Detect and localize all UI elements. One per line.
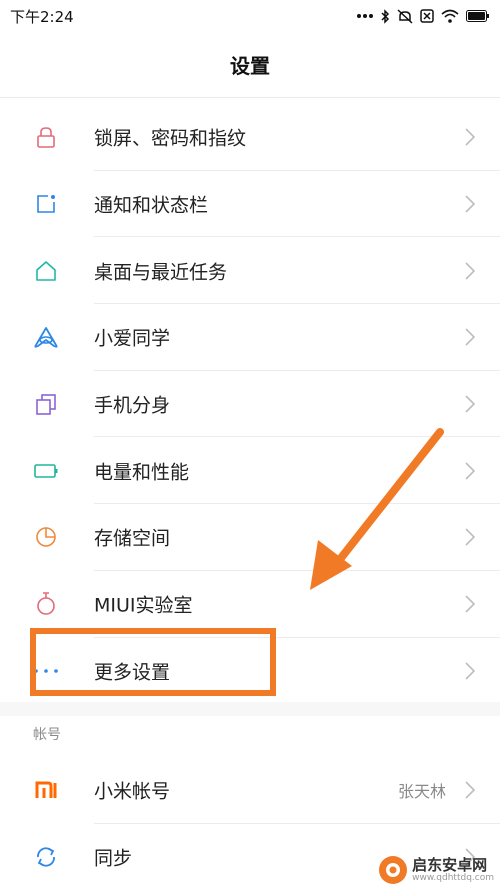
xiaoai-icon — [33, 324, 59, 350]
settings-item-label: 通知和状态栏 — [94, 194, 209, 217]
settings-item-miui-lab[interactable]: MIUI实验室 — [0, 571, 500, 638]
settings-item-storage[interactable]: 存储空间 — [0, 504, 500, 571]
settings-item-xiaoai[interactable]: 小爱同学 — [0, 304, 500, 371]
dots-icon — [357, 14, 373, 18]
chevron-right-icon — [465, 328, 476, 346]
settings-item-more-settings[interactable]: 更多设置 — [0, 638, 500, 705]
chevron-right-icon — [465, 781, 476, 799]
settings-item-label: MIUI实验室 — [94, 594, 193, 617]
wifi-icon — [441, 9, 459, 23]
settings-item-second-space[interactable]: 手机分身 — [0, 371, 500, 438]
lab-flask-icon — [33, 591, 59, 617]
section-gap — [0, 702, 500, 716]
watermark: 启东安卓网 www.qdhttdq.com — [378, 855, 494, 885]
settings-list: 锁屏、密码和指纹 通知和状态栏 桌面与最近任务 小爱同学 手机分身 电量和性能 … — [0, 104, 500, 704]
mute-icon — [397, 8, 413, 24]
settings-item-lock-screen[interactable]: 锁屏、密码和指纹 — [0, 104, 500, 171]
battery-icon — [466, 10, 489, 22]
settings-item-notifications[interactable]: 通知和状态栏 — [0, 171, 500, 238]
chevron-right-icon — [465, 128, 476, 146]
header: 设置 — [0, 32, 500, 98]
settings-item-mi-account[interactable]: 小米帐号 张天林 — [0, 757, 500, 824]
status-icons — [357, 8, 490, 24]
lock-icon — [33, 124, 59, 150]
more-dots-icon — [33, 658, 59, 684]
page-title: 设置 — [230, 54, 270, 78]
chevron-right-icon — [465, 195, 476, 213]
chevron-right-icon — [465, 528, 476, 547]
settings-item-label: 小爱同学 — [94, 327, 171, 350]
settings-item-label: 更多设置 — [94, 661, 171, 684]
sync-icon — [33, 844, 59, 870]
watermark-text: 启东安卓网 — [412, 856, 488, 874]
status-bar: 下午2:24 — [0, 0, 500, 32]
watermark-url: www.qdhttdq.com — [412, 873, 494, 883]
mi-logo-icon — [33, 777, 59, 803]
settings-item-label: 手机分身 — [94, 394, 171, 417]
chevron-right-icon — [465, 395, 476, 413]
battery-performance-icon — [33, 458, 59, 484]
home-icon — [33, 258, 59, 284]
settings-item-label: 桌面与最近任务 — [94, 261, 228, 284]
section-title-account: 帐号 — [33, 727, 61, 743]
settings-item-label: 小米帐号 — [94, 780, 171, 803]
status-time: 下午2:24 — [10, 7, 74, 26]
watermark-logo-icon — [379, 856, 408, 884]
storage-icon — [33, 524, 59, 550]
chevron-right-icon — [465, 595, 476, 613]
settings-item-home-screen[interactable]: 桌面与最近任务 — [0, 237, 500, 305]
second-space-icon — [33, 391, 59, 417]
settings-item-label: 锁屏、密码和指纹 — [94, 127, 247, 150]
settings-item-label: 同步 — [94, 847, 133, 870]
chevron-right-icon — [465, 662, 476, 680]
settings-item-battery[interactable]: 电量和性能 — [0, 437, 500, 505]
bluetooth-icon — [381, 8, 390, 24]
sim-off-icon — [420, 9, 434, 23]
chevron-right-icon — [465, 262, 476, 280]
notification-icon — [33, 191, 59, 217]
chevron-right-icon — [465, 462, 476, 480]
settings-item-label: 存储空间 — [94, 527, 171, 550]
settings-item-label: 电量和性能 — [94, 461, 190, 484]
account-name: 张天林 — [397, 782, 446, 802]
